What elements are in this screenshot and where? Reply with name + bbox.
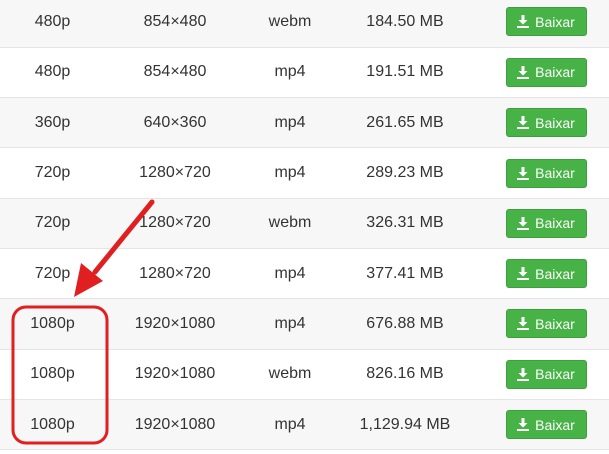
format-cell: mp4 xyxy=(245,298,335,350)
quality-cell: 480p xyxy=(0,47,105,99)
action-cell: Baixar xyxy=(475,147,609,199)
download-options-screenshot: 480p 854×480 webm 184.50 MB Baixar 480p … xyxy=(0,0,609,454)
size-cell: 676.88 MB xyxy=(335,298,475,350)
download-button-label: Baixar xyxy=(535,416,575,433)
size-cell: 289.23 MB xyxy=(335,147,475,199)
resolution-cell: 854×480 xyxy=(105,47,245,99)
download-button[interactable]: Baixar xyxy=(505,57,587,87)
resolution-cell: 1920×1080 xyxy=(105,399,245,451)
resolution-cell: 1920×1080 xyxy=(105,349,245,400)
action-cell: Baixar xyxy=(475,97,609,149)
download-icon xyxy=(517,267,530,281)
download-button[interactable]: Baixar xyxy=(505,259,587,289)
format-cell: mp4 xyxy=(245,147,335,199)
download-icon xyxy=(517,166,530,180)
table-row: 1080p 1920×1080 webm 826.16 MB Baixar xyxy=(0,349,609,400)
table-row: 1080p 1920×1080 mp4 1,129.94 MB Baixar xyxy=(0,399,609,451)
download-button[interactable]: Baixar xyxy=(505,108,587,138)
action-cell: Baixar xyxy=(475,298,609,350)
format-cell: webm xyxy=(245,198,335,249)
download-button-label: Baixar xyxy=(535,114,575,131)
resolution-cell: 1280×720 xyxy=(105,147,245,199)
quality-cell: 1080p xyxy=(0,399,105,451)
download-icon xyxy=(517,116,530,130)
download-button-label: Baixar xyxy=(535,64,575,81)
size-cell: 184.50 MB xyxy=(335,0,475,48)
quality-cell: 1080p xyxy=(0,349,105,400)
download-button[interactable]: Baixar xyxy=(505,7,587,37)
size-cell: 326.31 MB xyxy=(335,198,475,249)
size-cell: 261.65 MB xyxy=(335,97,475,149)
download-button-label: Baixar xyxy=(535,315,575,332)
download-icon xyxy=(517,367,530,381)
download-icon xyxy=(517,317,530,331)
table-row: 720p 1280×720 mp4 289.23 MB Baixar xyxy=(0,147,609,199)
format-cell: mp4 xyxy=(245,248,335,300)
size-cell: 191.51 MB xyxy=(335,47,475,99)
download-button[interactable]: Baixar xyxy=(505,158,587,188)
download-button-label: Baixar xyxy=(535,165,575,182)
download-button[interactable]: Baixar xyxy=(505,410,587,440)
format-cell: webm xyxy=(245,0,335,48)
download-icon xyxy=(517,216,530,230)
download-button-label: Baixar xyxy=(535,215,575,232)
action-cell: Baixar xyxy=(475,198,609,249)
table-row: 480p 854×480 mp4 191.51 MB Baixar xyxy=(0,47,609,99)
download-button-label: Baixar xyxy=(535,13,575,30)
download-icon xyxy=(517,418,530,432)
table-row: 360p 640×360 mp4 261.65 MB Baixar xyxy=(0,97,609,149)
quality-cell: 480p xyxy=(0,0,105,48)
download-button[interactable]: Baixar xyxy=(505,309,587,339)
download-button-label: Baixar xyxy=(535,366,575,383)
resolution-cell: 640×360 xyxy=(105,97,245,149)
download-table: 480p 854×480 webm 184.50 MB Baixar 480p … xyxy=(0,0,609,451)
action-cell: Baixar xyxy=(475,0,609,48)
action-cell: Baixar xyxy=(475,399,609,451)
quality-cell: 720p xyxy=(0,198,105,249)
size-cell: 826.16 MB xyxy=(335,349,475,400)
table-row: 1080p 1920×1080 mp4 676.88 MB Baixar xyxy=(0,298,609,350)
table-row: 480p 854×480 webm 184.50 MB Baixar xyxy=(0,0,609,48)
download-button[interactable]: Baixar xyxy=(505,359,587,389)
format-cell: webm xyxy=(245,349,335,400)
download-icon xyxy=(517,15,530,29)
resolution-cell: 1280×720 xyxy=(105,248,245,300)
size-cell: 377.41 MB xyxy=(335,248,475,300)
table-row: 720p 1280×720 webm 326.31 MB Baixar xyxy=(0,198,609,249)
table-row: 720p 1280×720 mp4 377.41 MB Baixar xyxy=(0,248,609,300)
resolution-cell: 1920×1080 xyxy=(105,298,245,350)
download-button-label: Baixar xyxy=(535,265,575,282)
format-cell: mp4 xyxy=(245,97,335,149)
download-icon xyxy=(517,65,530,79)
resolution-cell: 854×480 xyxy=(105,0,245,48)
action-cell: Baixar xyxy=(475,349,609,400)
action-cell: Baixar xyxy=(475,248,609,300)
quality-cell: 360p xyxy=(0,97,105,149)
quality-cell: 720p xyxy=(0,248,105,300)
size-cell: 1,129.94 MB xyxy=(335,399,475,451)
download-button[interactable]: Baixar xyxy=(505,208,587,238)
resolution-cell: 1280×720 xyxy=(105,198,245,249)
format-cell: mp4 xyxy=(245,399,335,451)
quality-cell: 1080p xyxy=(0,298,105,350)
format-cell: mp4 xyxy=(245,47,335,99)
quality-cell: 720p xyxy=(0,147,105,199)
action-cell: Baixar xyxy=(475,47,609,99)
